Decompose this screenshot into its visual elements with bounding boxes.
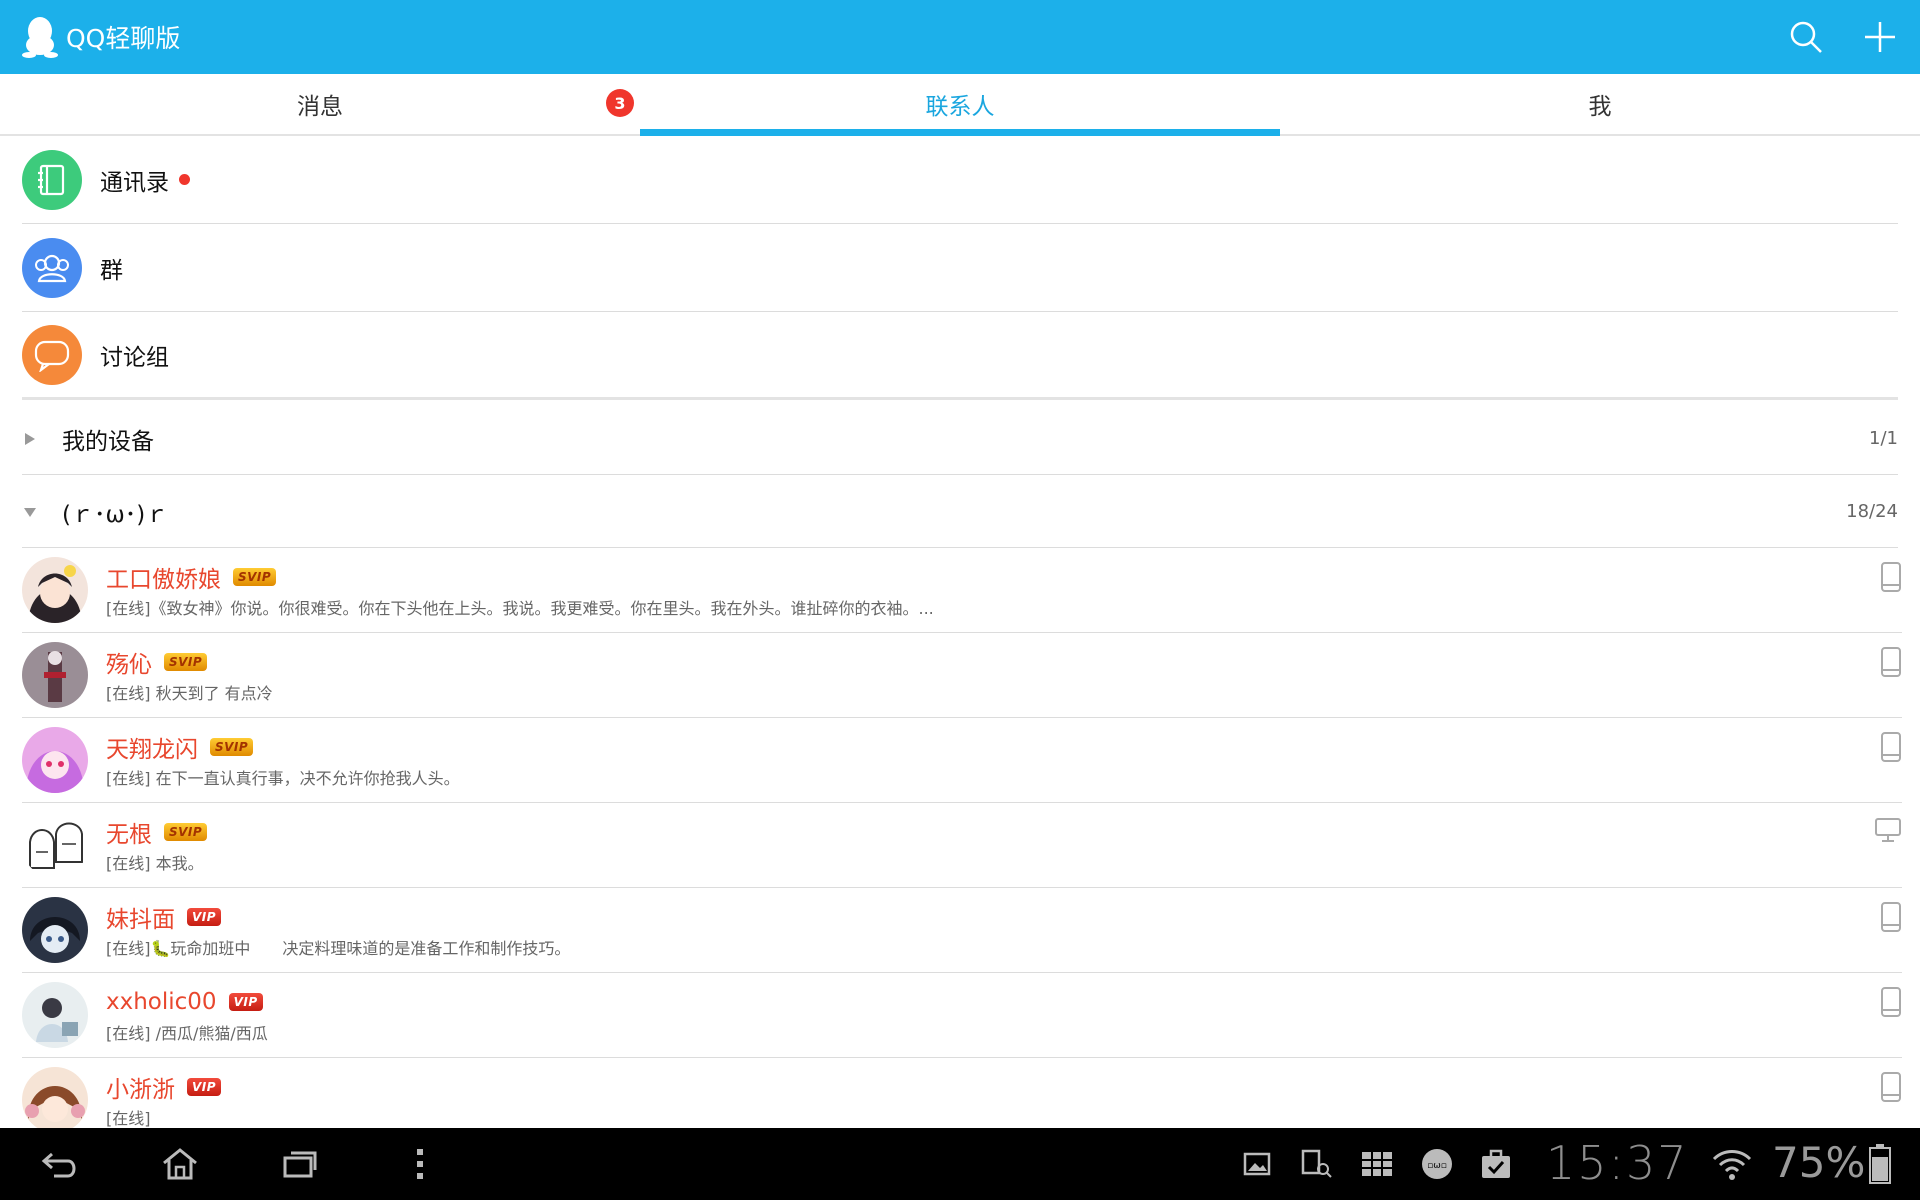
menu-button[interactable] [398, 1142, 442, 1186]
contact-name: xxholic00 [106, 989, 217, 1015]
qq-penguin-icon [22, 17, 58, 58]
vip-badge: VIP [228, 993, 263, 1011]
contact-status: [在线] 在下一直认真行事，决不允许你抢我人头。 [106, 769, 460, 788]
screenshot-notification-icon[interactable] [1300, 1144, 1334, 1184]
svip-badge: SVIP [233, 568, 277, 586]
contact-status: [在线] 本我。 [106, 854, 204, 873]
contact-row[interactable]: xxholic00 VIP [在线] /西瓜/熊猫/西瓜 [22, 973, 1902, 1058]
tab-contacts[interactable]: 联系人 [640, 74, 1280, 136]
contact-row[interactable]: 小浙浙 VIP [在线] [22, 1058, 1902, 1128]
grid-notification-icon[interactable] [1358, 1144, 1396, 1184]
contact-list: 工口傲娇娘 SVIP [在线]《致女神》你说。你很难受。你在下头他在上头。我说。… [0, 548, 1920, 1128]
avatar [22, 982, 88, 1048]
contact-row[interactable]: 殇伈 SVIP [在线] 秋天到了 有点冷 [22, 633, 1902, 718]
new-indicator-dot [179, 174, 190, 185]
phone-icon [1880, 902, 1902, 936]
group-count: 1/1 [1869, 428, 1898, 449]
tab-me[interactable]: 我 [1280, 74, 1920, 134]
entry-label: 通讯录 [100, 169, 169, 196]
phone-icon [1880, 1072, 1902, 1106]
recent-apps-button[interactable] [278, 1142, 322, 1186]
emoticon-notification-icon[interactable]: ▫ω▫ [1418, 1144, 1456, 1184]
entry-groups[interactable]: 群 [22, 224, 1898, 312]
phone-icon [1880, 987, 1902, 1021]
contact-name: 殇伈 [106, 652, 152, 678]
vip-badge: VIP [187, 1078, 222, 1096]
collapsed-arrow-icon [22, 431, 62, 447]
entry-label: 讨论组 [100, 344, 169, 371]
avatar [22, 897, 88, 963]
contact-status: [在线]《致女神》你说。你很难受。你在下头他在上头。我说。我更难受。你在里头。我… [106, 599, 934, 618]
contact-name: 天翔龙闪 [106, 737, 198, 763]
avatar [22, 1067, 88, 1128]
phone-icon [1880, 562, 1902, 596]
svip-badge: SVIP [210, 738, 254, 756]
more-vertical-icon [417, 1149, 423, 1179]
chat-bubble-icon [22, 324, 82, 385]
back-icon [41, 1152, 76, 1178]
battery-percent: 75% [1772, 1138, 1866, 1187]
expanded-arrow-icon [22, 505, 62, 519]
contact-row[interactable]: 工口傲娇娘 SVIP [在线]《致女神》你说。你很难受。你在下头他在上头。我说。… [22, 548, 1902, 633]
avatar [22, 557, 88, 623]
contact-status: [在线] /西瓜/熊猫/西瓜 [106, 1024, 268, 1043]
tab-label: 联系人 [925, 94, 995, 120]
group-friends[interactable]: (ｒ･ω･)ｒ 18/24 [22, 476, 1898, 548]
status-clock: 15:37 [1546, 1136, 1689, 1190]
wifi-icon [1712, 1144, 1752, 1184]
contact-row[interactable]: 妹抖面 VIP [在线]🐛玩命加班中 决定料理味道的是准备工作和制作技巧。 [22, 888, 1902, 973]
svip-badge: SVIP [164, 653, 208, 671]
tab-messages[interactable]: 消息 3 [0, 74, 640, 134]
avatar [22, 727, 88, 793]
gallery-notification-icon[interactable] [1240, 1144, 1274, 1184]
title-bar: QQ轻聊版 [0, 0, 1920, 74]
system-nav-bar: ▫ω▫ 15:37 75% [0, 1128, 1920, 1200]
svip-badge: SVIP [164, 823, 208, 841]
vip-badge: VIP [187, 908, 222, 926]
contact-name: 妹抖面 [106, 907, 175, 933]
contact-name: 小浙浙 [106, 1077, 175, 1103]
avatar [22, 812, 88, 878]
home-icon [163, 1148, 197, 1180]
back-button[interactable] [38, 1142, 82, 1186]
recent-apps-icon [283, 1151, 317, 1178]
group-icon [22, 237, 82, 298]
contact-status: [在线] 秋天到了 有点冷 [106, 684, 273, 703]
svg-text:▫ω▫: ▫ω▫ [1427, 1161, 1447, 1171]
entry-list: 通讯录 群 讨论组 [0, 136, 1920, 400]
phone-icon [1880, 647, 1902, 681]
search-button[interactable] [1788, 19, 1824, 55]
unread-badge: 3 [606, 89, 634, 117]
address-book-icon [22, 149, 82, 210]
tab-label: 消息 [297, 94, 343, 120]
avatar [22, 642, 88, 708]
tab-label: 我 [1588, 94, 1612, 120]
contact-status: [在线]🐛玩命加班中 决定料理味道的是准备工作和制作技巧。 [106, 939, 571, 958]
plus-icon [1865, 22, 1895, 52]
phone-icon [1880, 732, 1902, 766]
contact-row[interactable]: 无根 SVIP [在线] 本我。 [22, 803, 1902, 888]
app-title: QQ轻聊版 [66, 24, 181, 53]
home-button[interactable] [158, 1142, 202, 1186]
search-icon [1790, 21, 1822, 53]
contact-name: 工口傲娇娘 [106, 567, 221, 593]
contact-row[interactable]: 天翔龙闪 SVIP [在线] 在下一直认真行事，决不允许你抢我人头。 [22, 718, 1902, 803]
tab-bar: 消息 3 联系人 我 [0, 74, 1920, 136]
contact-name: 无根 [106, 822, 152, 848]
group-my-devices[interactable]: 我的设备 1/1 [22, 403, 1898, 475]
group-count: 18/24 [1846, 501, 1898, 522]
briefcase-check-icon[interactable] [1478, 1144, 1514, 1184]
contact-status: [在线] [106, 1109, 151, 1128]
entry-label: 群 [100, 257, 123, 284]
group-name: 我的设备 [62, 428, 154, 455]
desktop-icon [1874, 817, 1902, 847]
battery-icon [1868, 1144, 1892, 1184]
group-name: (ｒ･ω･)ｒ [62, 501, 169, 528]
add-button[interactable] [1862, 19, 1898, 55]
entry-discussions[interactable]: 讨论组 [22, 312, 1898, 400]
entry-address-book[interactable]: 通讯录 [22, 136, 1898, 224]
